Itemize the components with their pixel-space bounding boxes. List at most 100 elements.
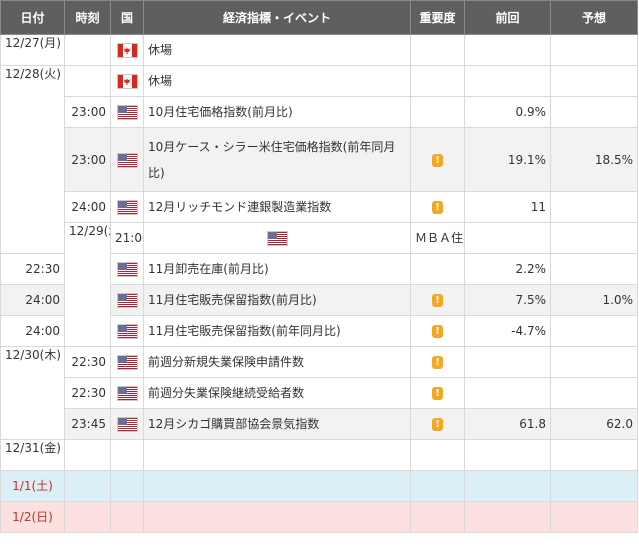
event-cell: 10月ケース・シラー米住宅価格指数(前年同月比) [143, 127, 411, 192]
us-flag-icon [267, 232, 287, 245]
time-cell: 22:30 [64, 377, 111, 409]
event-cell: 10月住宅価格指数(前月比) [143, 96, 411, 128]
time-cell [64, 65, 111, 97]
event-cell: 前週分失業保険継続受給者数 [143, 377, 411, 409]
time-cell: 24:00 [0, 315, 65, 347]
us-flag-icon [117, 294, 137, 307]
forecast-cell [550, 346, 638, 378]
event-cell: 休場 [143, 34, 411, 66]
importance-cell [464, 222, 551, 254]
event-cell: 前週分新規失業保険申請件数 [143, 346, 411, 378]
table-row: 24:00 12月リッチモンド連銀製造業指数 ! 11 [1, 191, 638, 223]
importance-cell [410, 96, 465, 128]
forecast-cell [550, 191, 638, 223]
us-flag-icon [117, 418, 137, 431]
us-flag-icon [117, 263, 137, 276]
previous-cell: 11 [464, 191, 551, 223]
date-cell: 12/28(火) [0, 65, 65, 254]
country-cell [110, 34, 144, 66]
table-row: 23:00 10月ケース・シラー米住宅価格指数(前年同月比) ! 19.1% 1… [1, 127, 638, 192]
table-row: 12/29(水) 21:00 ＭＢＡ住宅ローン申請指数(前週比) [1, 222, 638, 347]
importance-icon: ! [432, 418, 443, 431]
time-cell: 23:00 [64, 96, 111, 128]
time-cell: 22:30 [64, 346, 111, 378]
forecast-cell [550, 315, 638, 347]
date-cell: 12/27(月) [0, 34, 65, 66]
forecast-cell [550, 253, 638, 285]
table-row: 12/27(月) 休場 [0, 34, 638, 66]
time-cell: 23:00 [64, 127, 111, 192]
importance-cell: ! [410, 127, 465, 192]
table-row: 23:45 12月シカゴ購買部協会景気指数 ! 61.8 62.0 [1, 408, 638, 440]
importance-cell: ! [410, 377, 465, 409]
us-flag-icon [117, 201, 137, 214]
us-flag-icon [117, 325, 137, 338]
country-cell [110, 191, 144, 223]
previous-cell: 2.2% [464, 253, 551, 285]
event-cell: 11月卸売在庫(前月比) [143, 253, 411, 285]
event-cell: 休場 [143, 65, 411, 97]
country-cell [110, 65, 144, 97]
time-cell: 22:30 [0, 253, 65, 285]
importance-icon: ! [432, 153, 443, 167]
event-cell: 12月リッチモンド連銀製造業指数 [143, 191, 411, 223]
country-cell [110, 377, 144, 409]
country-cell [110, 253, 144, 285]
forecast-cell [550, 34, 638, 66]
header-country: 国 [110, 0, 144, 35]
previous-cell: -4.7% [464, 315, 551, 347]
header-importance: 重要度 [410, 0, 465, 35]
table-row: 12/31(金) [0, 439, 638, 471]
previous-cell [464, 501, 551, 533]
time-cell [64, 501, 111, 533]
event-cell: 12月シカゴ購買部協会景気指数 [143, 408, 411, 440]
us-flag-icon [117, 387, 137, 400]
canada-flag-icon [117, 75, 137, 88]
importance-icon: ! [432, 356, 443, 369]
us-flag-icon [117, 153, 137, 167]
forecast-cell: 62.0 [550, 408, 638, 440]
date-cell: 1/2(日) [0, 501, 65, 533]
event-cell: ＭＢＡ住宅ローン申請指数(前週比) [410, 222, 465, 254]
table-row-sunday: 1/2(日) [0, 501, 638, 533]
importance-icon: ! [432, 325, 443, 338]
previous-cell [464, 439, 551, 471]
date-cell: 1/1(土) [0, 470, 65, 502]
importance-cell: ! [410, 408, 465, 440]
importance-cell [410, 439, 465, 471]
forecast-cell [550, 65, 638, 97]
header-time: 時刻 [64, 0, 111, 35]
importance-cell [410, 65, 465, 97]
previous-cell [464, 65, 551, 97]
forecast-cell [550, 501, 638, 533]
date-cell: 12/31(金) [0, 439, 65, 471]
previous-cell: 19.1% [464, 127, 551, 192]
importance-cell [410, 34, 465, 66]
header-previous: 前回 [464, 0, 551, 35]
time-cell [64, 439, 111, 471]
economic-calendar-table: 日付 時刻 国 経済指標・イベント 重要度 前回 予想 12/27(月) 休場 … [0, 0, 638, 533]
forecast-cell [550, 470, 638, 502]
header-event: 経済指標・イベント [143, 0, 411, 35]
header-forecast: 予想 [550, 0, 638, 35]
forecast-cell [550, 439, 638, 471]
importance-icon: ! [432, 294, 443, 307]
time-cell [64, 470, 111, 502]
importance-cell: ! [410, 346, 465, 378]
time-cell: 24:00 [64, 191, 111, 223]
header-row: 日付 時刻 国 経済指標・イベント 重要度 前回 予想 [0, 0, 638, 35]
table-row-saturday: 1/1(土) [0, 470, 638, 502]
event-cell [143, 470, 411, 502]
previous-cell [464, 34, 551, 66]
time-cell: 23:45 [64, 408, 111, 440]
date-cell: 12/30(木) [0, 346, 65, 440]
importance-cell: ! [410, 315, 465, 347]
country-cell [110, 470, 144, 502]
importance-icon: ! [432, 387, 443, 400]
country-cell [110, 439, 144, 471]
importance-cell [410, 501, 465, 533]
country-cell [143, 222, 411, 254]
event-cell [143, 501, 411, 533]
forecast-cell [550, 96, 638, 128]
country-cell [110, 127, 144, 192]
